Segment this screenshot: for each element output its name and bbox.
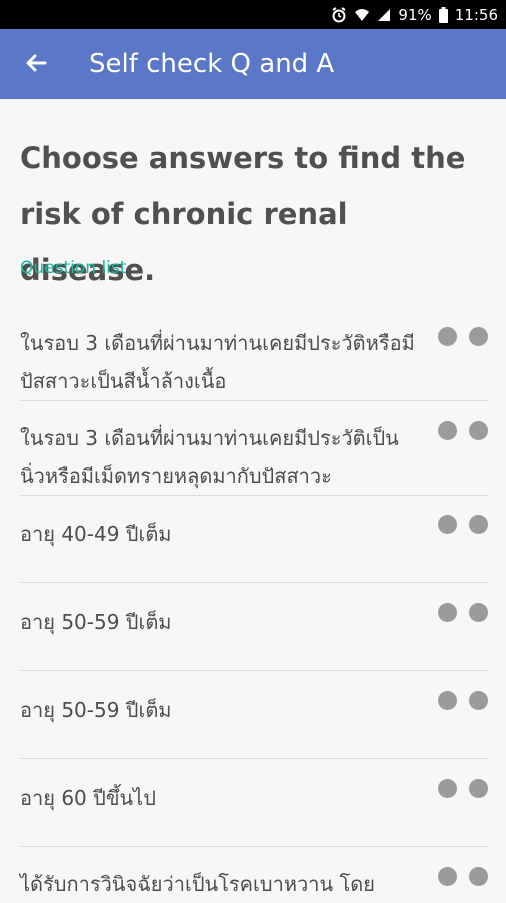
answer-dot-yes[interactable] [438, 691, 457, 710]
question-item[interactable]: ได้รับการวินิจฉัยว่าเป็นโรคเบาหวาน โดย [20, 847, 488, 900]
app-bar-title: Self check Q and A [89, 49, 335, 79]
question-text: ในรอบ 3 เดือนที่ผ่านมาท่านเคยมีประวัติหร… [20, 331, 415, 393]
answer-dot-no[interactable] [469, 867, 488, 886]
question-text: อายุ 40-49 ปีเต็ม [20, 522, 172, 546]
answer-dots [438, 327, 488, 351]
clock: 11:56 [454, 5, 498, 24]
answer-dot-yes[interactable] [438, 867, 457, 886]
answer-dot-no[interactable] [469, 327, 488, 346]
answer-dot-no[interactable] [469, 421, 488, 440]
answer-dot-yes[interactable] [438, 603, 457, 622]
alarm-icon [332, 6, 346, 22]
question-text: อายุ 50-59 ปีเต็ม [20, 610, 172, 634]
answer-dot-yes[interactable] [438, 779, 457, 798]
battery-percent: 91% [398, 5, 432, 24]
answer-dot-yes[interactable] [438, 421, 457, 440]
answer-dot-yes[interactable] [438, 515, 457, 534]
question-text: ได้รับการวินิจฉัยว่าเป็นโรคเบาหวาน โดย [20, 872, 375, 896]
question-item[interactable]: อายุ 50-59 ปีเต็ม [20, 583, 488, 671]
question-item[interactable]: อายุ 40-49 ปีเต็ม [20, 496, 488, 583]
signal-icon [378, 8, 391, 21]
answer-dot-no[interactable] [469, 779, 488, 798]
answer-dots [438, 515, 488, 539]
answer-dot-no[interactable] [469, 691, 488, 710]
question-list-title: Question list [20, 258, 127, 278]
question-item[interactable]: อายุ 50-59 ปีเต็ม [20, 671, 488, 759]
question-item[interactable]: ในรอบ 3 เดือนที่ผ่านมาท่านเคยมีประวัติเป… [20, 401, 488, 496]
answer-dots [438, 779, 488, 803]
battery-icon [438, 6, 448, 23]
answer-dot-no[interactable] [469, 603, 488, 622]
back-arrow-icon[interactable] [20, 47, 52, 79]
wifi-icon [355, 8, 370, 21]
question-text: ในรอบ 3 เดือนที่ผ่านมาท่านเคยมีประวัติเป… [20, 426, 399, 488]
answer-dots [438, 603, 488, 627]
answer-dot-no[interactable] [469, 515, 488, 534]
question-text: อายุ 50-59 ปีเต็ม [20, 698, 172, 722]
question-item[interactable]: อายุ 60 ปีขึ้นไป [20, 759, 488, 847]
status-icons: 91% 11:56 [331, 0, 498, 29]
answer-dots [438, 691, 488, 715]
question-text: อายุ 60 ปีขึ้นไป [20, 786, 156, 810]
question-item[interactable]: ในรอบ 3 เดือนที่ผ่านมาท่านเคยมีประวัติหร… [20, 322, 488, 401]
app-bar: Self check Q and A [0, 29, 506, 99]
status-bar: 91% 11:56 [0, 0, 506, 29]
answer-dots [438, 867, 488, 891]
answer-dot-yes[interactable] [438, 327, 457, 346]
answer-dots [438, 421, 488, 445]
